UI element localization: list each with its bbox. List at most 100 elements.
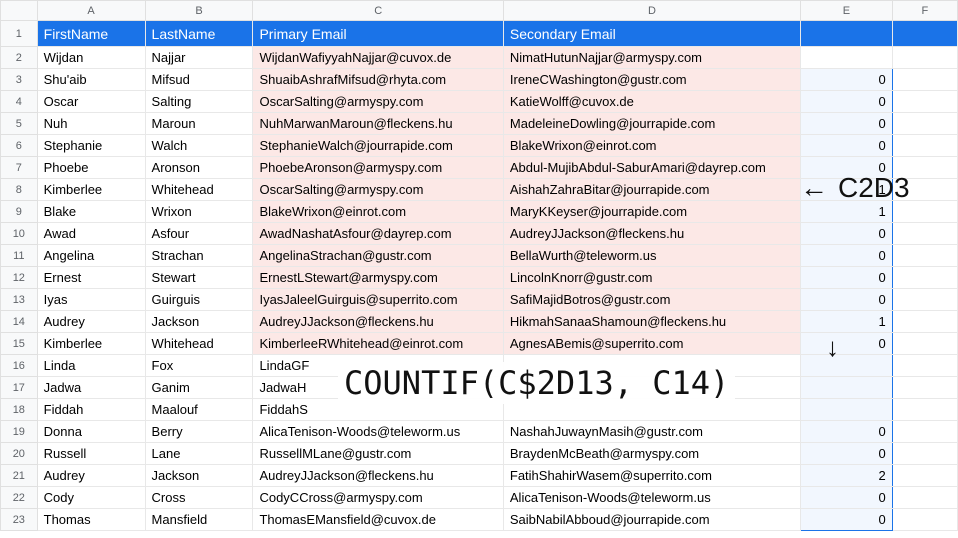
cell-E8[interactable]: 1 — [801, 179, 893, 201]
cell-C4[interactable]: OscarSalting@armyspy.com — [253, 91, 503, 113]
cell-A14[interactable]: Audrey — [37, 311, 145, 333]
cell-C10[interactable]: AwadNashatAsfour@dayrep.com — [253, 223, 503, 245]
cell-A18[interactable]: Fiddah — [37, 399, 145, 421]
cell-B13[interactable]: Guirguis — [145, 289, 253, 311]
cell-F3[interactable] — [892, 69, 957, 91]
row-header-18[interactable]: 18 — [1, 399, 38, 421]
cell-E15[interactable]: 0 — [801, 333, 893, 355]
cell-C11[interactable]: AngelinaStrachan@gustr.com — [253, 245, 503, 267]
cell-D16[interactable] — [503, 355, 800, 377]
cell-B15[interactable]: Whitehead — [145, 333, 253, 355]
row-header-3[interactable]: 3 — [1, 69, 38, 91]
row-header-12[interactable]: 12 — [1, 267, 38, 289]
cell-C13[interactable]: IyasJaleelGuirguis@superrito.com — [253, 289, 503, 311]
cell-D18[interactable] — [503, 399, 800, 421]
cell-D13[interactable]: SafiMajidBotros@gustr.com — [503, 289, 800, 311]
cell-B3[interactable]: Mifsud — [145, 69, 253, 91]
cell-B10[interactable]: Asfour — [145, 223, 253, 245]
cell-D5[interactable]: MadeleineDowling@jourrapide.com — [503, 113, 800, 135]
row-header-21[interactable]: 21 — [1, 465, 38, 487]
cell-C15[interactable]: KimberleeRWhitehead@einrot.com — [253, 333, 503, 355]
cell-C14[interactable]: AudreyJJackson@fleckens.hu — [253, 311, 503, 333]
cell-F13[interactable] — [892, 289, 957, 311]
cell-D2[interactable]: NimatHutunNajjar@armyspy.com — [503, 47, 800, 69]
cell-D10[interactable]: AudreyJJackson@fleckens.hu — [503, 223, 800, 245]
cell-A17[interactable]: Jadwa — [37, 377, 145, 399]
cell-B7[interactable]: Aronson — [145, 157, 253, 179]
cell-E4[interactable]: 0 — [801, 91, 893, 113]
cell-C9[interactable]: BlakeWrixon@einrot.com — [253, 201, 503, 223]
cell-A5[interactable]: Nuh — [37, 113, 145, 135]
cell-C20[interactable]: RussellMLane@gustr.com — [253, 443, 503, 465]
cell-B14[interactable]: Jackson — [145, 311, 253, 333]
cell-E5[interactable]: 0 — [801, 113, 893, 135]
cell-B23[interactable]: Mansfield — [145, 509, 253, 531]
cell-F5[interactable] — [892, 113, 957, 135]
cell-E7[interactable]: 0 — [801, 157, 893, 179]
cell-A10[interactable]: Awad — [37, 223, 145, 245]
cell-B21[interactable]: Jackson — [145, 465, 253, 487]
cell-E19[interactable]: 0 — [801, 421, 893, 443]
cell-B9[interactable]: Wrixon — [145, 201, 253, 223]
cell-B12[interactable]: Stewart — [145, 267, 253, 289]
cell-A19[interactable]: Donna — [37, 421, 145, 443]
cell-A6[interactable]: Stephanie — [37, 135, 145, 157]
cell-A9[interactable]: Blake — [37, 201, 145, 223]
row-header-1[interactable]: 1 — [1, 21, 38, 47]
cell-D21[interactable]: FatihShahirWasem@superrito.com — [503, 465, 800, 487]
row-header-23[interactable]: 23 — [1, 509, 38, 531]
cell-B1[interactable]: LastName — [145, 21, 253, 47]
cell-E23[interactable]: 0 — [801, 509, 893, 531]
cell-A8[interactable]: Kimberlee — [37, 179, 145, 201]
cell-F19[interactable] — [892, 421, 957, 443]
col-header-C[interactable]: C — [253, 1, 503, 21]
row-header-10[interactable]: 10 — [1, 223, 38, 245]
row-header-19[interactable]: 19 — [1, 421, 38, 443]
cell-B2[interactable]: Najjar — [145, 47, 253, 69]
cell-B16[interactable]: Fox — [145, 355, 253, 377]
cell-E12[interactable]: 0 — [801, 267, 893, 289]
cell-B6[interactable]: Walch — [145, 135, 253, 157]
cell-C23[interactable]: ThomasEMansfield@cuvox.de — [253, 509, 503, 531]
row-header-9[interactable]: 9 — [1, 201, 38, 223]
cell-F15[interactable] — [892, 333, 957, 355]
cell-E1[interactable] — [801, 21, 893, 47]
row-header-13[interactable]: 13 — [1, 289, 38, 311]
cell-A21[interactable]: Audrey — [37, 465, 145, 487]
row-header-20[interactable]: 20 — [1, 443, 38, 465]
cell-D22[interactable]: AlicaTenison-Woods@teleworm.us — [503, 487, 800, 509]
cell-B4[interactable]: Salting — [145, 91, 253, 113]
cell-B19[interactable]: Berry — [145, 421, 253, 443]
cell-C6[interactable]: StephanieWalch@jourrapide.com — [253, 135, 503, 157]
row-header-16[interactable]: 16 — [1, 355, 38, 377]
cell-F17[interactable] — [892, 377, 957, 399]
cell-D14[interactable]: HikmahSanaaShamoun@fleckens.hu — [503, 311, 800, 333]
row-header-11[interactable]: 11 — [1, 245, 38, 267]
cell-C17[interactable]: JadwaH — [253, 377, 503, 399]
cell-A1[interactable]: FirstName — [37, 21, 145, 47]
col-header-B[interactable]: B — [145, 1, 253, 21]
cell-C8[interactable]: OscarSalting@armyspy.com — [253, 179, 503, 201]
cell-E18[interactable] — [801, 399, 893, 421]
cell-C3[interactable]: ShuaibAshrafMifsud@rhyta.com — [253, 69, 503, 91]
cell-E2[interactable] — [801, 47, 893, 69]
cell-A20[interactable]: Russell — [37, 443, 145, 465]
cell-A15[interactable]: Kimberlee — [37, 333, 145, 355]
cell-A23[interactable]: Thomas — [37, 509, 145, 531]
cell-A12[interactable]: Ernest — [37, 267, 145, 289]
cell-B20[interactable]: Lane — [145, 443, 253, 465]
cell-B8[interactable]: Whitehead — [145, 179, 253, 201]
cell-D20[interactable]: BraydenMcBeath@armyspy.com — [503, 443, 800, 465]
cell-F12[interactable] — [892, 267, 957, 289]
cell-B17[interactable]: Ganim — [145, 377, 253, 399]
cell-F9[interactable] — [892, 201, 957, 223]
cell-D15[interactable]: AgnesABemis@superrito.com — [503, 333, 800, 355]
cell-F20[interactable] — [892, 443, 957, 465]
cell-F22[interactable] — [892, 487, 957, 509]
cell-D9[interactable]: MaryKKeyser@jourrapide.com — [503, 201, 800, 223]
col-header-F[interactable]: F — [892, 1, 957, 21]
cell-E16[interactable] — [801, 355, 893, 377]
spreadsheet-grid[interactable]: A B C D E F 1 FirstName LastName Primary… — [0, 0, 958, 531]
cell-C21[interactable]: AudreyJJackson@fleckens.hu — [253, 465, 503, 487]
cell-A16[interactable]: Linda — [37, 355, 145, 377]
